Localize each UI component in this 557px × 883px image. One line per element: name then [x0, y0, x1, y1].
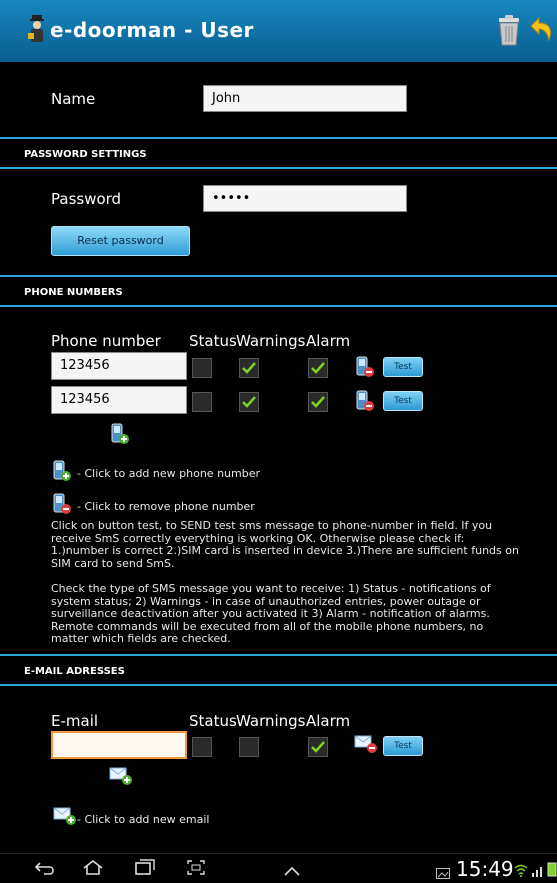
warnings-checkbox[interactable] [239, 392, 259, 412]
test-button[interactable]: Test [383, 736, 423, 756]
status-checkbox[interactable] [192, 737, 212, 757]
app-title: e-doorman - User [50, 18, 254, 42]
remove-phone-icon[interactable] [356, 356, 374, 377]
screenshot-icon[interactable] [186, 859, 206, 876]
battery-icon [547, 861, 557, 877]
phone-number-header: Phone number [51, 332, 161, 350]
doorman-icon [28, 15, 46, 45]
add-email-icon[interactable] [109, 766, 133, 786]
add-email-legend-icon [53, 806, 77, 826]
home-nav-icon[interactable] [82, 859, 104, 876]
clock: 15:49 [456, 857, 514, 881]
remove-phone-legend-text: - Click to remove phone number [77, 500, 255, 513]
reset-password-button[interactable]: Reset password [51, 226, 190, 256]
alarm-checkbox[interactable] [308, 358, 328, 378]
chevron-up-icon[interactable] [282, 862, 302, 876]
email-section-title: E-MAIL ADRESSES [24, 666, 125, 677]
gallery-notification-icon [436, 864, 450, 879]
add-email-legend-text: - Click to add new email [77, 813, 210, 826]
phone-number-field[interactable]: 123456 [51, 386, 187, 414]
alarm-header: Alarm [306, 332, 351, 350]
test-button[interactable]: Test [383, 357, 423, 377]
email-field[interactable] [51, 731, 187, 759]
status-header: Status [189, 712, 237, 730]
back-nav-icon[interactable] [34, 860, 56, 876]
alarm-checkbox[interactable] [308, 737, 328, 757]
warnings-checkbox[interactable] [239, 737, 259, 757]
recent-apps-icon[interactable] [134, 859, 156, 876]
password-section-title: PASSWORD SETTINGS [24, 149, 147, 160]
back-arrow-icon[interactable] [527, 16, 555, 44]
warnings-header: Warnings [236, 712, 306, 730]
signal-icon [531, 862, 545, 877]
warnings-checkbox[interactable] [239, 358, 259, 378]
phone-number-field[interactable]: 123456 [51, 352, 187, 380]
status-checkbox[interactable] [192, 358, 212, 378]
add-phone-icon[interactable] [111, 423, 129, 445]
name-label: Name [51, 90, 96, 108]
add-phone-legend-icon [53, 460, 71, 482]
email-header: E-mail [51, 712, 99, 730]
status-header: Status [189, 332, 237, 350]
warnings-header: Warnings [236, 332, 306, 350]
test-instructions-text: Click on button test, to SEND test sms m… [51, 519, 519, 570]
password-field[interactable]: ••••• [203, 185, 407, 212]
test-button[interactable]: Test [383, 391, 423, 411]
add-phone-legend-text: - Click to add new phone number [77, 467, 260, 480]
status-checkbox[interactable] [192, 392, 212, 412]
remove-phone-icon[interactable] [356, 390, 374, 411]
remove-phone-legend-icon [53, 493, 71, 515]
wifi-icon [514, 862, 528, 877]
alarm-header: Alarm [306, 712, 351, 730]
name-field[interactable]: John [203, 85, 407, 112]
password-label: Password [51, 190, 122, 208]
trash-icon[interactable] [497, 14, 521, 46]
sms-type-instructions-text: Check the type of SMS message you want t… [51, 582, 491, 645]
alarm-checkbox[interactable] [308, 392, 328, 412]
remove-email-icon[interactable] [354, 734, 378, 754]
phone-section-title: PHONE NUMBERS [24, 287, 123, 298]
